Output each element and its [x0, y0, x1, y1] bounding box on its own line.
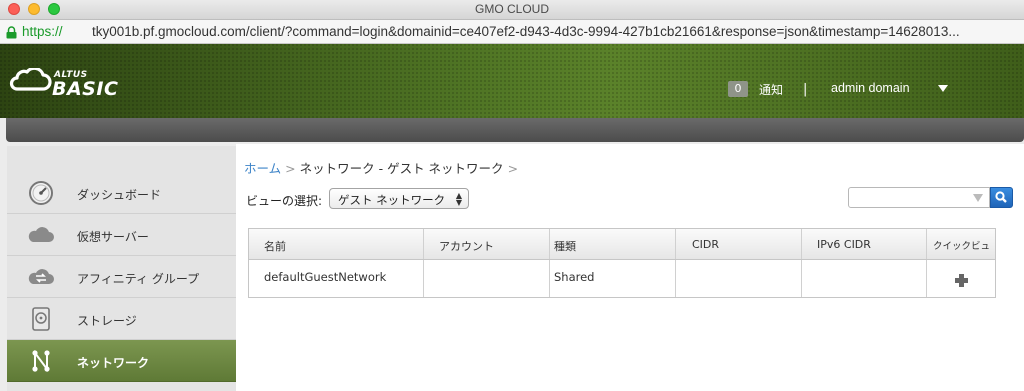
breadcrumb-separator: > [285, 161, 296, 176]
col-name[interactable]: 名前 [249, 229, 424, 259]
storage-disk-icon [32, 307, 50, 331]
user-menu[interactable]: admin domain [831, 81, 910, 95]
header-cidr: CIDR [692, 238, 720, 251]
sidebar-item-storage[interactable]: ストレージ [7, 298, 236, 340]
window-title: GMO CLOUD [474, 2, 549, 16]
cell-type: Shared [550, 260, 676, 297]
lock-icon [6, 26, 17, 39]
sidebar-item-dashboard[interactable]: ダッシュボード [7, 172, 236, 214]
sidebar: ダッシュボード 仮想サーバー アフィニティ グループ ストレージ ネットワーク [7, 146, 236, 391]
breadcrumb: ホーム > ネットワーク - ゲスト ネットワーク > [244, 158, 522, 177]
search-dropdown-icon[interactable] [973, 194, 983, 202]
col-type[interactable]: 種類 [550, 229, 676, 259]
col-quickview[interactable]: クイックビュ [927, 229, 995, 259]
sidebar-item-label: ダッシュボード [77, 188, 162, 202]
cell-quickview [927, 260, 995, 297]
table-row[interactable]: defaultGuestNetwork Shared [249, 260, 995, 297]
window-titlebar: GMO CLOUD [0, 0, 1024, 20]
sidebar-item-label: ストレージ [77, 314, 137, 328]
notifications-link[interactable]: 通知 [759, 81, 783, 98]
cell-cidr [676, 260, 802, 297]
logo-title: BASIC [52, 78, 119, 100]
search-button[interactable] [990, 187, 1013, 208]
sidebar-item-label: ネットワーク [77, 356, 150, 370]
view-select-label: ビューの選択: [246, 194, 323, 208]
header-quickview: クイックビュ [933, 241, 991, 252]
quickview-plus-icon[interactable] [955, 274, 968, 287]
chevron-down-icon[interactable] [938, 85, 948, 92]
header-name: 名前 [264, 240, 286, 253]
sidebar-item-virtual-servers[interactable]: 仮想サーバー [7, 214, 236, 256]
header-subbar [0, 118, 1024, 144]
url-scheme: https:// [22, 24, 63, 39]
notification-count-badge[interactable]: 0 [728, 81, 748, 97]
subbar-strip [6, 118, 1024, 142]
network-name[interactable]: defaultGuestNetwork [264, 270, 386, 284]
view-select-value: ゲスト ネットワーク [338, 193, 446, 207]
url-text[interactable]: tky001b.pf.gmocloud.com/client/?command=… [92, 24, 960, 39]
address-bar[interactable]: https:// tky001b.pf.gmocloud.com/client/… [0, 20, 1024, 44]
cell-name: defaultGuestNetwork [249, 260, 424, 297]
header-ipv6-cidr: IPv6 CIDR [817, 238, 871, 251]
network-icon [32, 350, 50, 372]
app-header: ALTUS BASIC 0 通知 | admin domain [0, 44, 1024, 118]
view-select[interactable]: ゲスト ネットワーク ▲ ▼ [329, 188, 469, 209]
header-type: 種類 [554, 240, 576, 253]
col-account[interactable]: アカウント [424, 229, 550, 259]
col-cidr[interactable]: CIDR [676, 229, 802, 259]
select-arrows-icon: ▲ ▼ [455, 191, 462, 207]
dashboard-gauge-icon [29, 181, 53, 205]
search-icon [995, 191, 1007, 203]
cloud-icon [28, 227, 54, 242]
network-type: Shared [554, 270, 595, 284]
header-separator: | [803, 82, 808, 97]
sidebar-item-network[interactable]: ネットワーク [7, 340, 236, 382]
breadcrumb-current: ネットワーク - ゲスト ネットワーク [299, 161, 504, 176]
affinity-cloud-icon [28, 269, 54, 284]
main-content: ホーム > ネットワーク - ゲスト ネットワーク > ビューの選択: ゲスト ネット… [236, 144, 1024, 391]
cell-account [424, 260, 550, 297]
col-ipv6-cidr[interactable]: IPv6 CIDR [802, 229, 927, 259]
cell-ipv6 [802, 260, 927, 297]
search-input[interactable] [848, 187, 990, 208]
sidebar-item-label: アフィニティ グループ [77, 272, 200, 286]
table-header: 名前 アカウント 種類 CIDR IPv6 CIDR クイックビュ [249, 229, 995, 260]
breadcrumb-separator: > [507, 161, 519, 176]
cloud-logo-icon[interactable] [8, 68, 52, 92]
sidebar-item-affinity-groups[interactable]: アフィニティ グループ [7, 256, 236, 298]
header-account: アカウント [439, 240, 494, 253]
sidebar-item-label: 仮想サーバー [77, 230, 149, 244]
breadcrumb-home-link[interactable]: ホーム [244, 161, 281, 176]
network-table: 名前 アカウント 種類 CIDR IPv6 CIDR クイックビュ defaul… [248, 228, 996, 298]
